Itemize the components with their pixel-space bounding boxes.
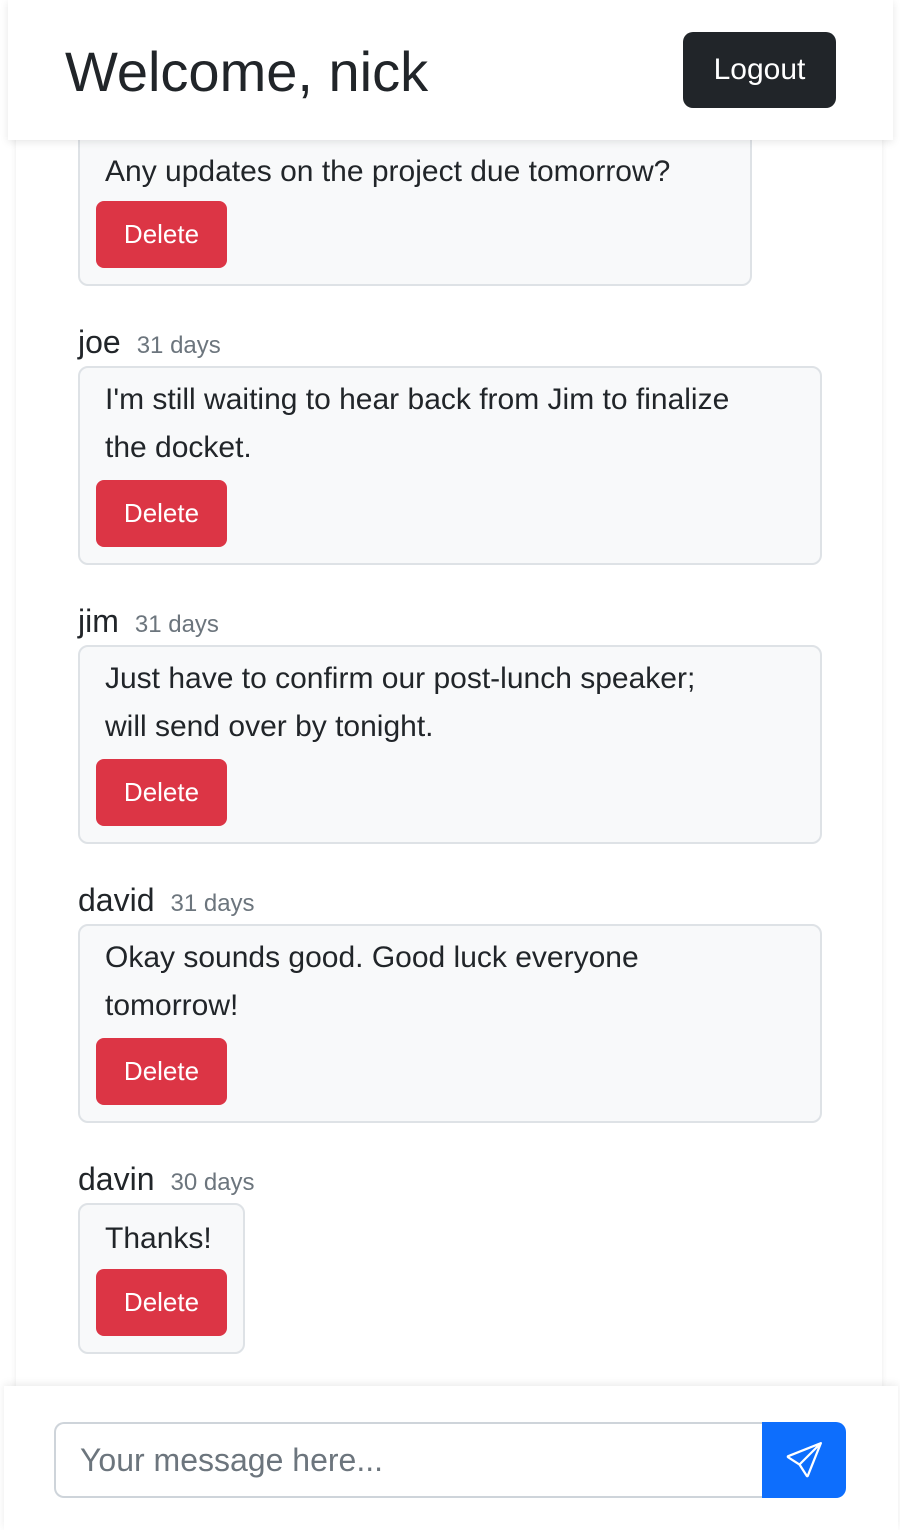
delete-button[interactable]: Delete (96, 759, 227, 826)
message-timestamp: 31 days (134, 611, 219, 638)
message-author: jim (78, 603, 119, 639)
send-button[interactable] (762, 1422, 846, 1498)
message-line: will send over by tonight. (105, 710, 434, 743)
app-header: Welcome, nick Logout (8, 0, 893, 140)
delete-button[interactable]: Delete (96, 1038, 227, 1105)
message-meta: joe 31 days (78, 324, 221, 364)
message-author: joe (78, 324, 121, 360)
message-line: Any updates on the project due tomorrow? (105, 155, 671, 188)
message-timestamp: 30 days (170, 1169, 255, 1196)
message-line: Okay sounds good. Good luck everyone (105, 941, 639, 974)
message-bubble: Just have to confirm our post-lunch spea… (78, 645, 822, 844)
message-author: david (78, 882, 155, 918)
message-timestamp: 31 days (136, 332, 221, 359)
message-bubble: Thanks! Delete (78, 1203, 245, 1354)
message-input[interactable] (54, 1422, 764, 1498)
message-bubble: I'm still waiting to hear back from Jim … (78, 366, 822, 565)
delete-button[interactable]: Delete (96, 1269, 227, 1336)
message-meta: david 31 days (78, 882, 255, 922)
page-title: Welcome, nick (65, 40, 429, 103)
message-text: Thanks! (105, 1215, 212, 1263)
message-composer (4, 1386, 898, 1530)
send-icon (786, 1442, 822, 1478)
delete-button[interactable]: Delete (96, 201, 227, 268)
message-meta: davin 30 days (78, 1161, 255, 1201)
message-text: Okay sounds good. Good luck everyone tom… (105, 934, 639, 1030)
message-meta: jim 31 days (78, 603, 219, 643)
logout-button[interactable]: Logout (683, 32, 836, 108)
message-bubble: Any updates on the project due tomorrow?… (78, 118, 752, 286)
message-timestamp: 31 days (170, 890, 255, 917)
message-author: davin (78, 1161, 155, 1197)
message-text: Any updates on the project due tomorrow? (105, 148, 670, 196)
message-line: I'm still waiting to hear back from Jim … (105, 383, 730, 416)
message-line: tomorrow! (105, 989, 239, 1022)
message-line: Just have to confirm our post-lunch spea… (105, 662, 696, 695)
message-bubble: Okay sounds good. Good luck everyone tom… (78, 924, 822, 1123)
chat-page: Any updates on the project due tomorrow?… (0, 0, 900, 1530)
message-line: the docket. (105, 431, 252, 464)
message-list[interactable]: Any updates on the project due tomorrow?… (0, 0, 900, 1530)
message-text: Just have to confirm our post-lunch spea… (105, 655, 695, 751)
message-text: I'm still waiting to hear back from Jim … (105, 376, 729, 472)
message-line: Thanks! (105, 1222, 212, 1255)
delete-button[interactable]: Delete (96, 480, 227, 547)
